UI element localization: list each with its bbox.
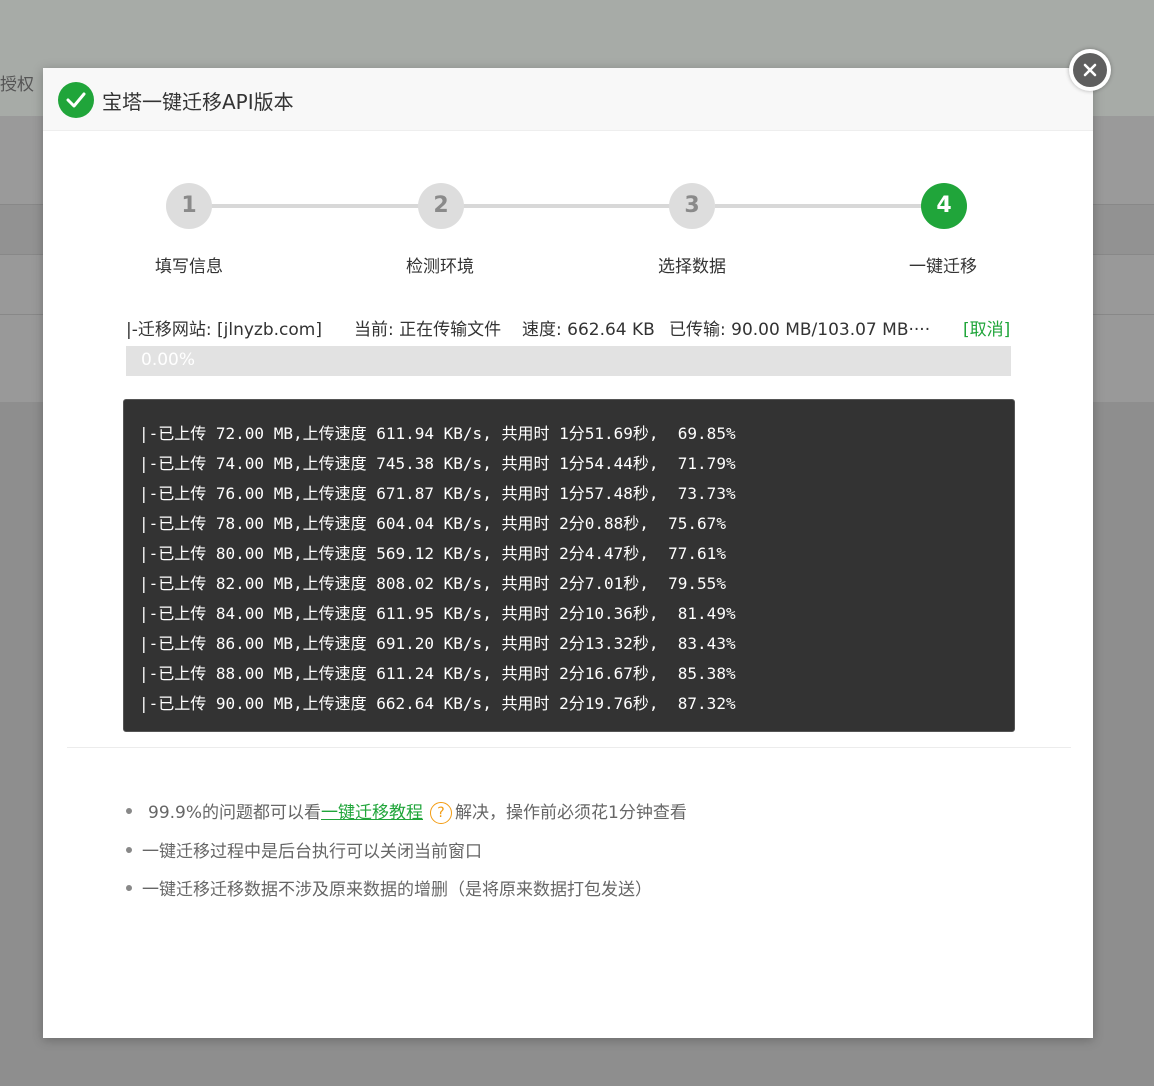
progress-text: 0.00%	[141, 350, 196, 370]
step-connector	[463, 204, 673, 208]
migration-status: |-迁移网站: [jlnyzb.com] 当前: 正在传输文件 速度: 662.…	[126, 315, 1016, 340]
bullet-icon	[126, 885, 132, 891]
log-line: |-已上传 88.00 MB,上传速度 611.24 KB/s, 共用时 2分1…	[139, 664, 736, 683]
stepper: 1 2 3 4 填写信息 检测环境 选择数据 一键迁移	[143, 183, 993, 283]
step-2-label: 检测环境	[406, 257, 474, 277]
tutorial-link[interactable]: 一键迁移教程	[321, 803, 423, 823]
step-3-label: 选择数据	[658, 257, 726, 277]
log-line: |-已上传 90.00 MB,上传速度 662.64 KB/s, 共用时 2分1…	[139, 694, 736, 713]
log-line: |-已上传 84.00 MB,上传速度 611.95 KB/s, 共用时 2分1…	[139, 604, 736, 623]
dialog-header: 宝塔一键迁移API版本	[43, 68, 1093, 131]
log-line: |-已上传 76.00 MB,上传速度 671.87 KB/s, 共用时 1分5…	[139, 484, 736, 503]
status-speed: 速度: 662.64 KB	[522, 320, 655, 340]
log-line: |-已上传 74.00 MB,上传速度 745.38 KB/s, 共用时 1分5…	[139, 454, 736, 473]
step-2-circle: 2	[418, 183, 464, 229]
log-line: |-已上传 72.00 MB,上传速度 611.94 KB/s, 共用时 1分5…	[139, 424, 736, 443]
divider	[67, 747, 1071, 748]
migration-dialog: 宝塔一键迁移API版本 1 2 3 4 填写信息 检测环境 选择数据 一键迁移 …	[43, 68, 1093, 1038]
bg-auth-label: 授权	[0, 75, 34, 95]
tip-text: 99.9%的问题都可以看	[148, 803, 322, 823]
step-connector	[211, 204, 421, 208]
step-4-label: 一键迁移	[909, 257, 977, 277]
step-3-circle: 3	[669, 183, 715, 229]
close-button[interactable]	[1069, 49, 1111, 91]
check-circle-icon	[58, 82, 94, 118]
bullet-icon	[126, 847, 132, 853]
step-1-circle: 1	[166, 183, 212, 229]
progress-bar: 0.00%	[126, 346, 1011, 376]
log-line: |-已上传 80.00 MB,上传速度 569.12 KB/s, 共用时 2分4…	[139, 544, 726, 563]
help-icon[interactable]: ?	[430, 802, 453, 824]
upload-log: |-已上传 72.00 MB,上传速度 611.94 KB/s, 共用时 1分5…	[123, 399, 1015, 732]
log-line: |-已上传 78.00 MB,上传速度 604.04 KB/s, 共用时 2分0…	[139, 514, 726, 533]
status-current: 当前: 正在传输文件	[354, 320, 502, 340]
tip-text: 解决，操作前必须花1分钟查看	[455, 803, 687, 823]
bullet-icon	[126, 808, 132, 814]
status-site: |-迁移网站: [jlnyzb.com]	[126, 320, 322, 340]
log-line: |-已上传 82.00 MB,上传速度 808.02 KB/s, 共用时 2分7…	[139, 574, 726, 593]
tip-text: 一键迁移迁移数据不涉及原来数据的增删（是将原来数据打包发送）	[142, 880, 652, 900]
tip-text: 一键迁移过程中是后台执行可以关闭当前窗口	[142, 842, 482, 862]
step-1-label: 填写信息	[155, 257, 223, 277]
close-icon	[1073, 53, 1107, 87]
dialog-title: 宝塔一键迁移API版本	[102, 90, 294, 114]
status-transferred: 已传输: 90.00 MB/103.07 MB····	[669, 320, 931, 340]
step-4-circle: 4	[921, 183, 967, 229]
cancel-link[interactable]: [取消]	[963, 315, 1010, 340]
step-connector	[715, 204, 925, 208]
log-line: |-已上传 86.00 MB,上传速度 691.20 KB/s, 共用时 2分1…	[139, 634, 736, 653]
